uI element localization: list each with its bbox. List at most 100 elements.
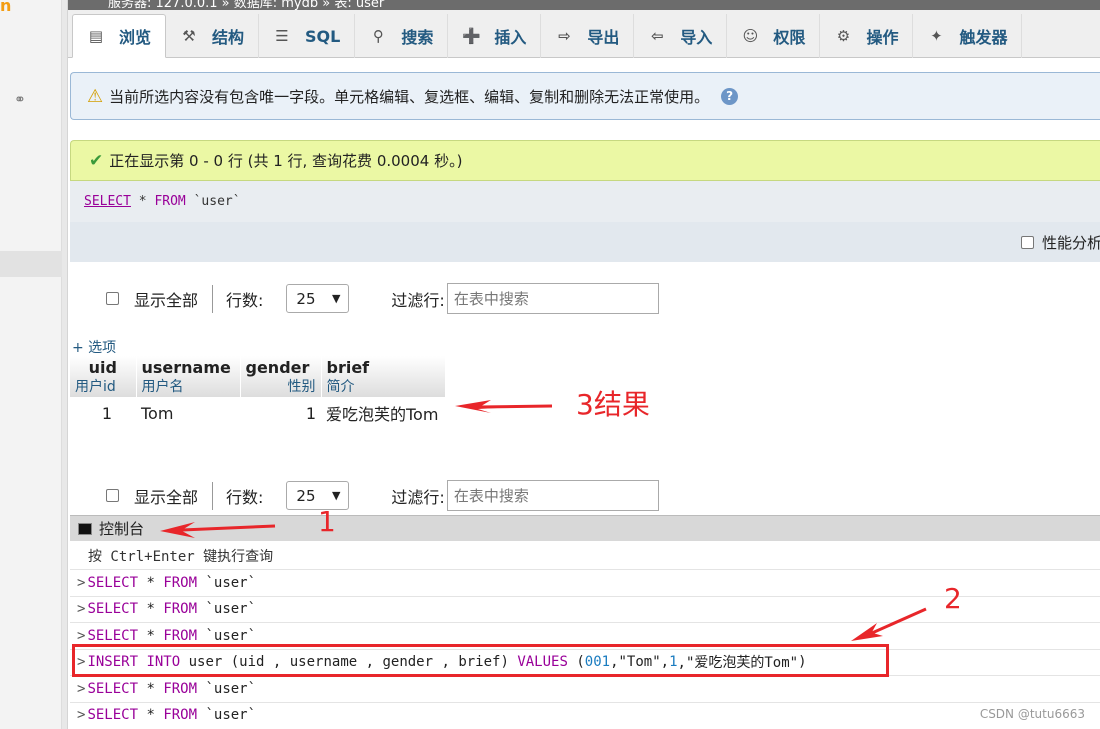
sql-keyword-from: FROM bbox=[154, 194, 186, 209]
breadcrumb-bar: 服务器: 127.0.0.1 » 数据库: mydb » 表: user bbox=[68, 0, 1100, 10]
column-name[interactable]: uid bbox=[75, 358, 131, 377]
sql-keyword: SELECT bbox=[87, 707, 139, 724]
watermark: CSDN @tutu6663 bbox=[979, 707, 1085, 721]
warning-text: 当前所选内容没有包含唯一字段。单元格编辑、复选框、编辑、复制和删除无法正常使用。 bbox=[109, 87, 710, 106]
table-navigation-top: 显示全部 行数: 25 ▼ 过滤行: 在表中搜索 bbox=[106, 283, 659, 314]
rows-label: 行数: bbox=[226, 290, 264, 310]
results-table: uid 用户id username 用户名 gender 性别 brief 简介… bbox=[70, 356, 446, 425]
insert-icon: ➕ bbox=[462, 27, 482, 45]
tab-label: 操作 bbox=[866, 28, 899, 47]
column-name[interactable]: gender bbox=[246, 358, 316, 377]
tab-operations[interactable]: ⚙ 操作 bbox=[820, 14, 914, 58]
nav-selected-row[interactable] bbox=[0, 251, 62, 277]
tab-triggers[interactable]: ✦ 触发器 bbox=[913, 14, 1023, 58]
column-header-uid[interactable]: uid 用户id bbox=[70, 356, 137, 397]
tab-sql[interactable]: ☰ SQL bbox=[259, 14, 356, 58]
rows-select[interactable]: 25 ▼ bbox=[286, 284, 350, 313]
annotation-result: 3结果 bbox=[576, 388, 650, 421]
sql-text: `user` bbox=[197, 680, 257, 697]
sql-keyword: FROM bbox=[163, 707, 198, 724]
column-header-brief[interactable]: brief 简介 bbox=[321, 356, 446, 397]
column-comment: 用户名 bbox=[141, 379, 184, 395]
filter-input[interactable]: 在表中搜索 bbox=[446, 283, 659, 314]
tab-search[interactable]: ⚲ 搜索 bbox=[355, 14, 449, 58]
prompt-chevron-icon: > bbox=[77, 680, 86, 697]
export-icon: ⇨ bbox=[558, 27, 571, 45]
link-icon[interactable]: ⚭ bbox=[14, 92, 26, 108]
sql-star: * bbox=[138, 194, 155, 209]
cell-uid[interactable]: 1 bbox=[70, 397, 136, 425]
table-navigation-bottom: 显示全部 行数: 25 ▼ 过滤行: 在表中搜索 bbox=[106, 480, 659, 511]
tab-label: 结构 bbox=[212, 28, 245, 47]
browse-icon: ▤ bbox=[88, 27, 104, 45]
filter-input[interactable]: 在表中搜索 bbox=[446, 480, 659, 511]
tab-export[interactable]: ⇨ 导出 bbox=[541, 14, 635, 58]
tab-privileges[interactable]: ☺ 权限 bbox=[727, 14, 821, 58]
panel-resizer[interactable] bbox=[62, 0, 68, 729]
show-all-checkbox[interactable] bbox=[106, 292, 119, 305]
terminal-icon bbox=[78, 522, 92, 535]
sql-text: `user` bbox=[197, 601, 257, 618]
sql-text: `user` bbox=[197, 707, 257, 724]
column-comment: 性别 bbox=[287, 379, 316, 395]
options-link[interactable]: + 选项 bbox=[72, 337, 116, 357]
query-options-bar: 性能分析 bbox=[70, 222, 1100, 262]
structure-icon: ⚒ bbox=[182, 27, 196, 45]
divider bbox=[212, 284, 214, 313]
sql-text: * bbox=[138, 627, 164, 644]
tab-import[interactable]: ⇦ 导入 bbox=[634, 14, 728, 58]
chevron-down-icon: ▼ bbox=[331, 489, 341, 502]
sql-text: * bbox=[138, 680, 164, 697]
success-message: ✔ 正在显示第 0 - 0 行 (共 1 行, 查询花费 0.0004 秒。) bbox=[70, 140, 1100, 181]
column-comment: 用户id bbox=[75, 379, 116, 395]
sql-icon: ☰ bbox=[275, 27, 289, 45]
console-line[interactable]: > SELECT * FROM `user` bbox=[70, 701, 1100, 729]
tab-insert[interactable]: ➕ 插入 bbox=[448, 14, 542, 58]
profiling-checkbox[interactable] bbox=[1020, 236, 1034, 249]
sql-keyword: FROM bbox=[163, 627, 198, 644]
console-line[interactable]: > SELECT * FROM `user` bbox=[70, 675, 1100, 702]
table-row[interactable]: 1 Tom 1 爱吃泡芙的Tom bbox=[70, 397, 445, 425]
tab-label: 浏览 bbox=[119, 28, 152, 47]
show-all-checkbox[interactable] bbox=[106, 489, 119, 502]
navigation-panel: n ⚭ bbox=[0, 0, 62, 729]
tab-structure[interactable]: ⚒ 结构 bbox=[166, 14, 260, 58]
warning-icon: ⚠ bbox=[87, 85, 104, 107]
filter-label: 过滤行: bbox=[391, 290, 445, 310]
sql-query-display[interactable]: SELECT * FROM `user` bbox=[70, 181, 1100, 222]
cell-brief[interactable]: 爱吃泡芙的Tom bbox=[321, 397, 445, 425]
breadcrumb[interactable]: 服务器: 127.0.0.1 » 数据库: mydb » 表: user bbox=[108, 0, 384, 10]
tab-browse[interactable]: ▤ 浏览 bbox=[72, 14, 167, 58]
divider bbox=[212, 481, 214, 510]
header-row: uid 用户id username 用户名 gender 性别 brief 简介 bbox=[70, 356, 446, 397]
console-hint: 按 Ctrl+Enter 键执行查询 bbox=[88, 549, 274, 565]
import-icon: ⇦ bbox=[651, 27, 664, 45]
console-toggle[interactable]: 控制台 bbox=[70, 515, 1100, 541]
show-all-toggle[interactable]: 显示全部 bbox=[106, 287, 198, 311]
help-icon[interactable]: ? bbox=[721, 87, 739, 105]
warning-notice: ⚠ 当前所选内容没有包含唯一字段。单元格编辑、复选框、编辑、复制和删除无法正常使… bbox=[70, 72, 1100, 120]
sql-keyword: SELECT bbox=[87, 627, 139, 644]
sql-keyword: FROM bbox=[163, 680, 198, 697]
profiling-toggle[interactable]: 性能分析 bbox=[1020, 232, 1100, 253]
privileges-icon: ☺ bbox=[742, 27, 759, 45]
column-header-gender[interactable]: gender 性别 bbox=[240, 356, 322, 397]
show-all-toggle[interactable]: 显示全部 bbox=[106, 484, 198, 508]
arrow-to-result bbox=[455, 400, 552, 413]
tab-label: 导出 bbox=[587, 28, 620, 47]
sql-keyword-select[interactable]: SELECT bbox=[84, 194, 131, 209]
cell-gender[interactable]: 1 bbox=[240, 397, 321, 425]
tab-label: 插入 bbox=[494, 28, 527, 47]
sql-text: `user` bbox=[197, 574, 257, 591]
rows-value: 25 bbox=[296, 486, 316, 505]
column-header-username[interactable]: username 用户名 bbox=[136, 356, 241, 397]
logo-fragment: n bbox=[0, 0, 12, 15]
sql-text: * bbox=[138, 601, 164, 618]
tab-label: 权限 bbox=[773, 28, 806, 47]
column-name[interactable]: brief bbox=[327, 358, 440, 377]
column-name[interactable]: username bbox=[142, 358, 235, 377]
tab-label: 触发器 bbox=[959, 28, 1008, 47]
prompt-chevron-icon: > bbox=[77, 627, 86, 644]
cell-username[interactable]: Tom bbox=[136, 397, 240, 425]
console-panel: 按 Ctrl+Enter 键执行查询 > SELECT * FROM `user`… bbox=[70, 541, 1100, 729]
